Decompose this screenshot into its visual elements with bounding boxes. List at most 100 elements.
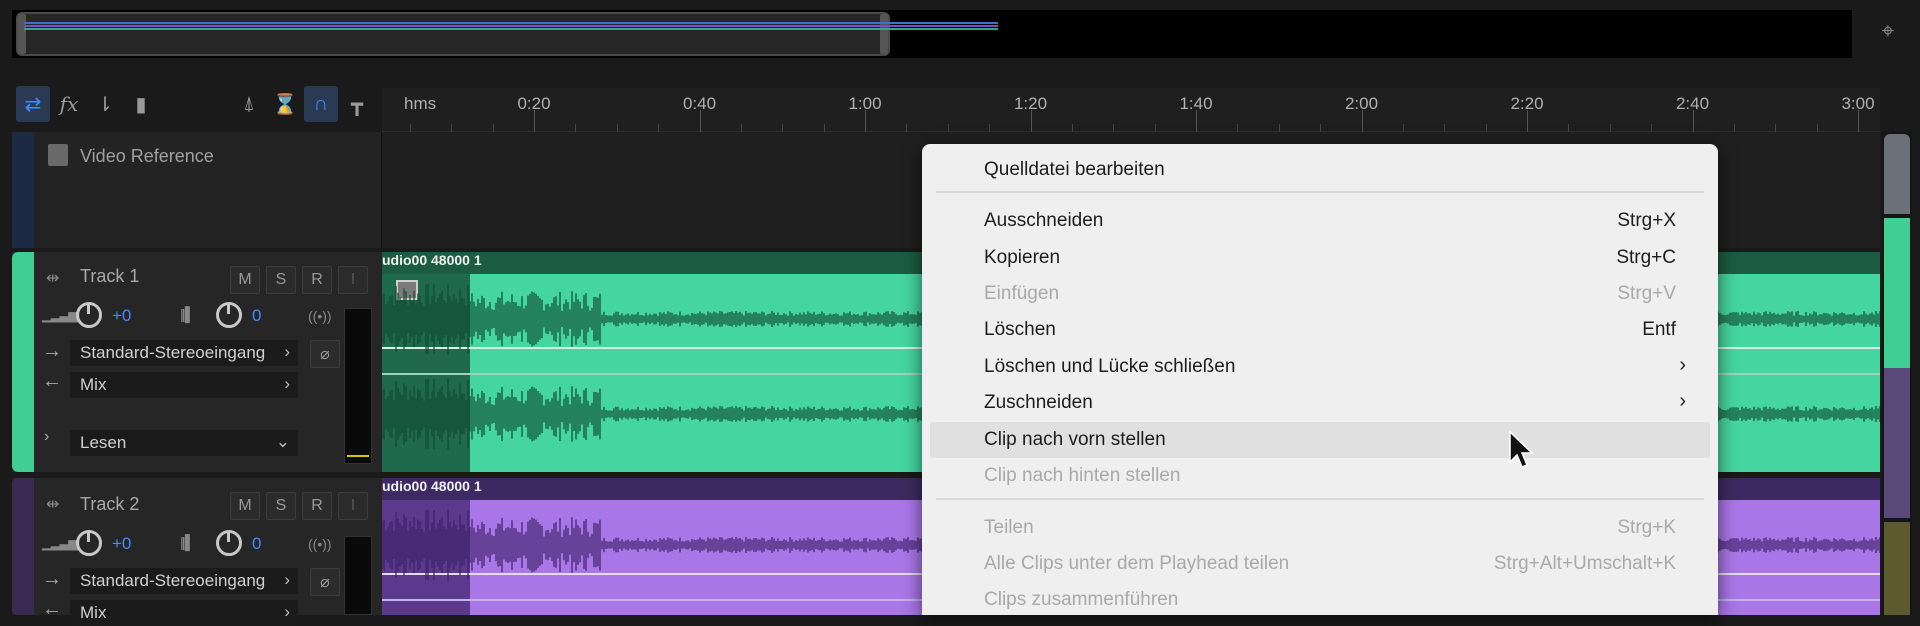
volume-value[interactable]: +0: [112, 534, 131, 554]
menu-item-split[interactable]: Teilen Strg+K: [922, 510, 1718, 546]
time-ruler[interactable]: hms 0:20 0:40 1:00 1:20 1:40 2:00 2:20 2:40 3:00: [382, 88, 1880, 132]
ruler-minor-tick: [616, 124, 618, 132]
overview-left-handle[interactable]: [18, 14, 26, 54]
overview-viewport-handle[interactable]: [16, 12, 890, 56]
chevron-right-icon: ›: [1679, 354, 1686, 376]
ruler-minor-tick: [947, 124, 949, 132]
track-color-strip: [12, 478, 34, 615]
scroll-video-segment[interactable]: [1884, 134, 1910, 214]
track-2-header: ⇹ Track 2 M S R I ▁▂▃▅ +0 |||▌ 0 ((•)) →…: [12, 478, 382, 626]
ruler-minor-tick: [1071, 124, 1073, 132]
overview-right-handle[interactable]: [880, 14, 888, 54]
track-handle-icon[interactable]: ⇹: [46, 268, 59, 288]
ruler-minor-tick: [1237, 124, 1239, 132]
chevron-right-icon: ›: [284, 570, 290, 589]
menu-item-cut[interactable]: Ausschneiden Strg+X: [922, 203, 1718, 239]
scroll-track1-segment[interactable]: [1884, 218, 1910, 368]
track-1-header: ⇹ Track 1 M S R I ▁▂▃▅ +0 |||▌ 0 ((•)) →…: [12, 252, 382, 472]
input-select[interactable]: Standard-Stereoeingang ›: [70, 568, 298, 594]
video-reference-label: Video Reference: [80, 146, 214, 166]
menu-item-edit-source[interactable]: Quelldatei bearbeiten: [922, 152, 1718, 188]
ruler-minor-tick: [1733, 124, 1735, 132]
output-select[interactable]: Mix ›: [70, 600, 298, 626]
volume-knob[interactable]: [76, 302, 102, 328]
solo-button[interactable]: S: [266, 266, 296, 294]
zoom-navigator-icon[interactable]: ⌖: [1870, 18, 1906, 54]
level-meter: [344, 308, 372, 464]
menu-item-trim[interactable]: Zuschneiden ›: [922, 385, 1718, 421]
vertical-scrollbar[interactable]: [1882, 132, 1912, 615]
timer-icon[interactable]: ⌛: [268, 86, 302, 122]
pan-knob[interactable]: [216, 302, 242, 328]
ruler-tick-label: 1:40: [1179, 94, 1213, 113]
marker-icon[interactable]: ┳: [340, 86, 374, 122]
input-monitor-button[interactable]: I: [338, 492, 368, 520]
ruler-minor-tick: [451, 124, 453, 132]
ruler-minor-tick: [782, 124, 784, 132]
record-arm-button[interactable]: R: [302, 266, 332, 294]
menu-item-bring-to-front[interactable]: Clip nach vorn stellen: [930, 422, 1710, 458]
ruler-minor-tick: [906, 124, 908, 132]
solo-button[interactable]: S: [266, 492, 296, 520]
volume-value[interactable]: +0: [112, 306, 131, 326]
input-monitor-button[interactable]: I: [338, 266, 368, 294]
ruler-minor-tick: [823, 124, 825, 132]
fx-icon[interactable]: fx: [52, 86, 86, 122]
stereo-icon[interactable]: ((•)): [308, 536, 332, 552]
ruler-minor-tick: [989, 124, 991, 132]
ruler-tick-label: 3:00: [1841, 94, 1875, 113]
ruler-minor-tick: [492, 124, 494, 132]
phase-invert-button[interactable]: ⌀: [310, 340, 340, 368]
ruler-tick-label: 1:20: [1013, 94, 1048, 113]
menu-item-split-all-under-playhead[interactable]: Alle Clips unter dem Playhead teilen Str…: [922, 546, 1718, 582]
pan-value[interactable]: 0: [252, 306, 261, 326]
menu-item-send-to-back[interactable]: Clip nach hinten stellen: [922, 458, 1718, 494]
pan-value[interactable]: 0: [252, 534, 261, 554]
ruler-tick-label: 2:00: [1344, 94, 1379, 113]
automation-mode-value: Lesen: [80, 433, 127, 452]
snap-icon[interactable]: ∩: [304, 86, 338, 122]
phase-invert-button[interactable]: ⌀: [310, 568, 340, 596]
volume-icon: ▁▂▃▅: [42, 306, 79, 322]
metronome-icon[interactable]: ⍋: [232, 86, 266, 122]
menu-item-paste[interactable]: Einfügen Strg+V: [922, 276, 1718, 312]
record-arm-button[interactable]: R: [302, 492, 332, 520]
chevron-right-icon: ›: [284, 374, 290, 393]
pan-icon: |||▌: [180, 306, 195, 322]
volume-knob[interactable]: [76, 530, 102, 556]
track-name[interactable]: Track 1: [80, 266, 139, 287]
ruler-minor-tick: [1320, 124, 1322, 132]
track-name[interactable]: Track 2: [80, 494, 139, 515]
scroll-track3-segment[interactable]: [1884, 522, 1910, 615]
output-select[interactable]: Mix ›: [70, 372, 298, 398]
mute-button[interactable]: M: [230, 492, 260, 520]
menu-item-copy[interactable]: Kopieren Strg+C: [922, 240, 1718, 276]
mouse-cursor-icon: [1509, 430, 1534, 468]
menu-item-delete[interactable]: Löschen Entf: [922, 312, 1718, 348]
ruler-minor-tick: [658, 124, 660, 132]
overview-track-line: [24, 28, 998, 30]
switch-icon[interactable]: ⇄: [16, 86, 50, 122]
automation-mode-select[interactable]: Lesen ⌄: [70, 430, 298, 456]
chevron-right-icon: ›: [1679, 390, 1686, 412]
ruler-tick-label: 0:40: [682, 94, 717, 113]
menu-separator: [936, 498, 1704, 500]
stereo-icon[interactable]: ((•)): [308, 308, 332, 324]
send-icon[interactable]: ⇂: [88, 86, 122, 122]
meter-icon[interactable]: ▮: [124, 86, 158, 122]
ruler-tick-label: 2:20: [1510, 94, 1544, 113]
track-handle-icon[interactable]: ⇹: [46, 494, 59, 514]
ruler-minor-tick: [1485, 124, 1487, 132]
expand-chevron-icon[interactable]: ›: [44, 428, 49, 446]
menu-item-ripple-delete[interactable]: Löschen und Lücke schließen ›: [922, 349, 1718, 385]
input-arrow-icon: →: [42, 340, 62, 362]
ruler-minor-tick: [575, 124, 577, 132]
scroll-track2-segment[interactable]: [1884, 368, 1910, 518]
chevron-right-icon: ›: [284, 602, 290, 621]
menu-item-merge-clips[interactable]: Clips zusammenführen: [922, 582, 1718, 618]
input-select[interactable]: Standard-Stereoeingang ›: [70, 340, 298, 366]
input-select-value: Standard-Stereoeingang: [80, 343, 266, 362]
pan-knob[interactable]: [216, 530, 242, 556]
output-select-value: Mix: [80, 603, 107, 622]
mute-button[interactable]: M: [230, 266, 260, 294]
